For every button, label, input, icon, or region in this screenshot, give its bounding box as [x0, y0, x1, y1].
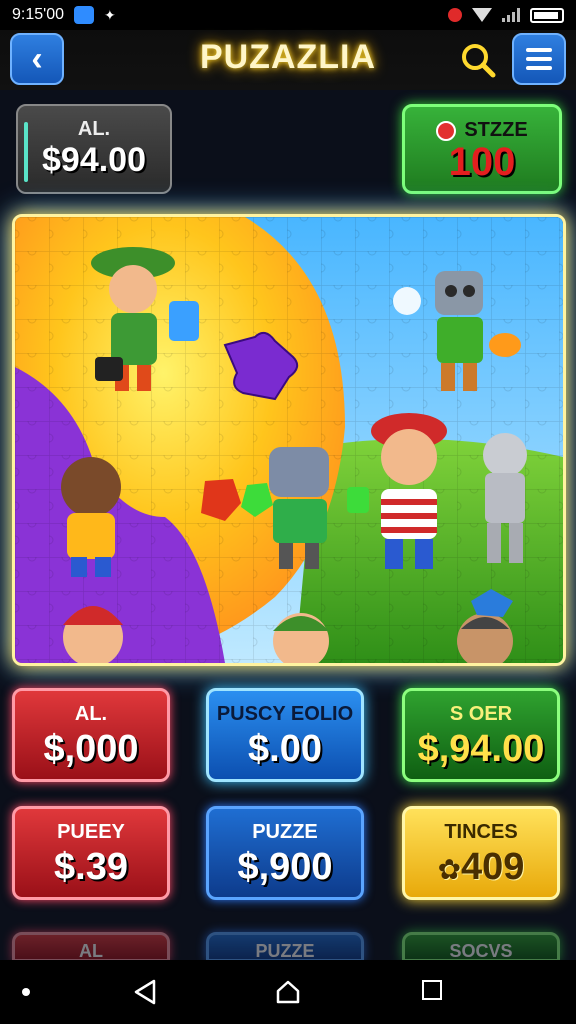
tile-1-label: AL.: [74, 703, 108, 725]
tile-4-value: $.39: [54, 846, 128, 888]
tile-5[interactable]: PUZZE $,900: [206, 806, 364, 900]
tile-6[interactable]: TINCES ✿409: [402, 806, 560, 900]
tile-2-label: PUSCY EOLIO: [216, 703, 354, 725]
alarm-icon: [448, 8, 462, 22]
status-bar: 9:15'00 ✦: [0, 0, 576, 30]
balance-label: AL.: [77, 118, 111, 140]
system-nav-bar: [0, 960, 576, 1024]
coin-icon: ✿: [437, 854, 462, 885]
tile-1-value: $,000: [43, 728, 139, 770]
tile-4[interactable]: PUEEY $.39: [12, 806, 170, 900]
tile-2[interactable]: PUSCY EOLIO $.00: [206, 688, 364, 782]
tile-3-value: $,94.00: [417, 728, 545, 770]
balance-card: AL. $94.00: [16, 104, 172, 194]
nav-back-icon[interactable]: [132, 978, 158, 1006]
peek-tile-1[interactable]: AL: [12, 932, 170, 962]
peek-tile-2[interactable]: PUZZE: [206, 932, 364, 962]
wifi-icon: [472, 8, 492, 22]
score-label-row: STZZE: [405, 119, 559, 142]
nav-recent-icon[interactable]: [422, 980, 442, 1000]
peek-tile-2-label: PUZZE: [255, 941, 315, 961]
tile-6-label: TINCES: [444, 821, 518, 843]
tile-1[interactable]: AL. $,000: [12, 688, 170, 782]
score-card: STZZE 100: [402, 104, 562, 194]
peek-tile-3-label: SOCVS: [449, 941, 513, 961]
peek-tile-3[interactable]: SOCVS: [402, 932, 560, 962]
bird-icon: ✦: [104, 6, 116, 23]
tile-3[interactable]: S OER $,94.00: [402, 688, 560, 782]
signal-icon: [502, 8, 520, 22]
battery-icon: [530, 7, 564, 23]
nav-dot-icon: [22, 988, 30, 996]
score-value: 100: [448, 140, 516, 184]
balance-bar: [24, 122, 28, 182]
peek-tile-1-label: AL: [79, 941, 103, 961]
check-icon: [74, 6, 94, 24]
score-label: STZZE: [464, 119, 528, 141]
status-right: [448, 7, 564, 23]
puzzle-artwork: [15, 217, 563, 663]
tile-6-value: ✿409: [405, 846, 557, 889]
tile-2-value: $.00: [248, 728, 322, 770]
tile-5-label: PUZZE: [252, 821, 318, 843]
tile-3-label: S OER: [449, 703, 513, 725]
search-icon: [462, 44, 496, 78]
status-time-extra: '00: [43, 6, 64, 23]
status-left: 9:15'00 ✦: [12, 6, 116, 24]
no-entry-icon: [436, 120, 457, 141]
search-button[interactable]: [458, 40, 498, 80]
balance-value: $94.00: [42, 141, 146, 179]
tile-5-value: $,900: [237, 846, 333, 888]
menu-button[interactable]: [512, 33, 566, 85]
header: ‹ PUZAZLIA: [0, 30, 576, 90]
menu-icon: [526, 48, 552, 70]
tile-6-value-text: 409: [461, 846, 525, 888]
tile-4-label: PUEEY: [57, 821, 125, 843]
nav-home-icon[interactable]: [274, 978, 302, 1006]
puzzle-board[interactable]: [12, 214, 566, 666]
status-time: 9:15: [12, 6, 44, 23]
